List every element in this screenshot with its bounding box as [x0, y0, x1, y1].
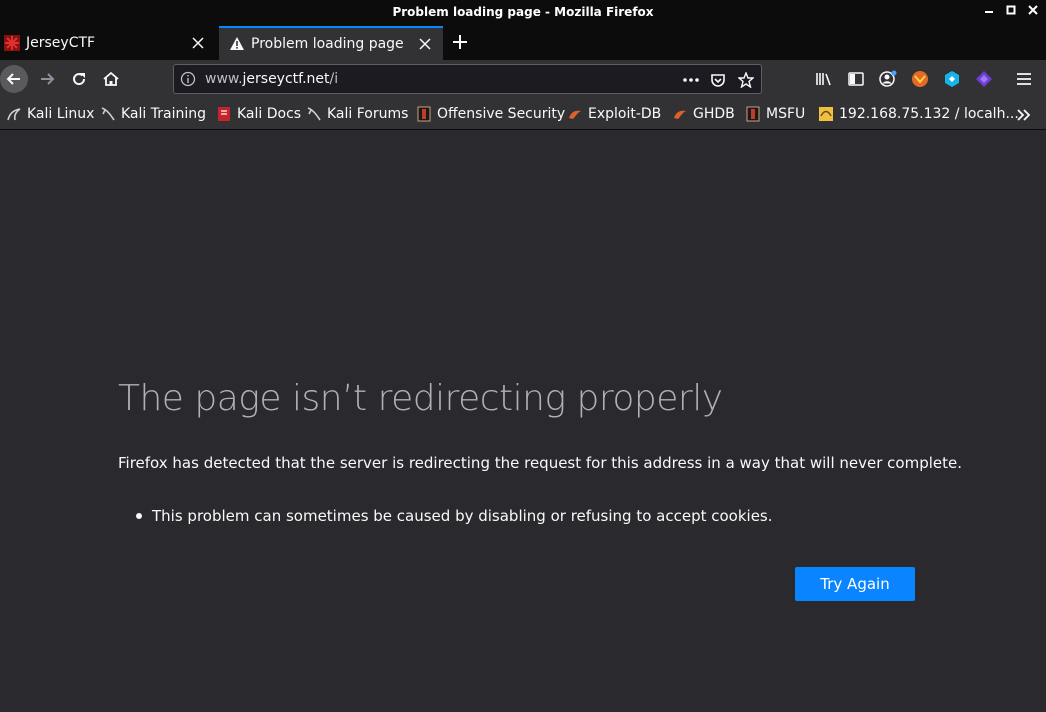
bookmark-msfu[interactable]: MSFU [745, 104, 805, 124]
tab-label: Problem loading page [251, 36, 404, 52]
tab-problem-loading[interactable]: Problem loading page [219, 26, 443, 60]
warning-icon [229, 36, 245, 52]
kali-docs-icon [216, 106, 232, 122]
close-tab-icon[interactable] [188, 33, 208, 53]
sidebar-icon[interactable] [846, 69, 866, 89]
close-window-icon[interactable] [1026, 4, 1040, 20]
jerseyctf-favicon-icon [4, 35, 20, 51]
url-text[interactable]: www.jerseyctf.net/i [205, 71, 338, 87]
site-info-icon[interactable] [180, 71, 196, 87]
window-titlebar: Problem loading page - Mozilla Firefox [0, 0, 1046, 26]
bookmark-kali-linux[interactable]: Kali Linux [6, 104, 94, 124]
bookmark-exploit-db[interactable]: Exploit-DB [567, 104, 661, 124]
bookmark-star-icon[interactable] [736, 70, 756, 90]
tab-label: JerseyCTF [26, 35, 96, 51]
hamburger-menu-icon[interactable] [1014, 69, 1034, 89]
bookmark-ghdb[interactable]: GHDB [672, 104, 735, 124]
bookmark-phpmyadmin[interactable]: 192.168.75.132 / localh... [818, 104, 1019, 124]
reload-icon[interactable] [65, 65, 93, 93]
kali-dragon-icon [100, 106, 116, 122]
bookmarks-overflow-chevron-icon[interactable] [1016, 105, 1032, 125]
new-tab-icon[interactable] [450, 31, 470, 53]
error-suggestion-item: This problem can sometimes be caused by … [136, 507, 773, 525]
back-button-icon[interactable] [0, 65, 28, 93]
phpmyadmin-icon [818, 106, 834, 122]
tab-strip: JerseyCTF Problem loading page [0, 26, 1046, 60]
bookmark-kali-training[interactable]: Kali Training [100, 104, 206, 124]
home-icon[interactable] [97, 65, 125, 93]
error-title: The page isn’t redirecting properly [118, 378, 723, 419]
window-title: Problem loading page - Mozilla Firefox [392, 5, 654, 19]
exploitdb-icon [567, 106, 583, 122]
bookmark-offensive-security[interactable]: Offensive Security [416, 104, 565, 124]
msfu-icon [745, 106, 761, 122]
page-actions-icon[interactable] [681, 70, 701, 90]
kali-dragon-icon [6, 106, 22, 122]
bookmark-kali-forums[interactable]: Kali Forums [306, 104, 408, 124]
tab-jerseyctf[interactable]: JerseyCTF [0, 26, 216, 60]
navigation-toolbar: www.jerseyctf.net/i [0, 60, 1046, 98]
url-prefix: www. [205, 71, 243, 87]
ghdb-icon [672, 106, 688, 122]
error-page: The page isn’t redirecting properly Fire… [0, 131, 1046, 712]
wappalyzer-extension-icon[interactable] [942, 69, 962, 89]
error-suggestion-text: This problem can sometimes be caused by … [152, 507, 773, 525]
kali-dragon-icon [306, 106, 322, 122]
pocket-icon[interactable] [708, 70, 728, 90]
close-tab-icon[interactable] [415, 34, 435, 54]
try-again-button[interactable]: Try Again [795, 567, 915, 601]
minimize-icon[interactable] [982, 4, 996, 20]
library-icon[interactable] [814, 69, 834, 89]
foxyproxy-extension-icon[interactable] [910, 69, 930, 89]
account-icon[interactable] [878, 69, 898, 89]
forward-button-icon[interactable] [33, 65, 61, 93]
url-bar[interactable]: www.jerseyctf.net/i [173, 64, 762, 94]
bullet-icon [136, 513, 142, 519]
url-host: jerseyctf.net [242, 71, 330, 87]
bookmarks-toolbar: Kali Linux Kali Training Kali Docs Kali … [0, 98, 1046, 130]
offsec-icon [416, 106, 432, 122]
url-path: /i [329, 71, 339, 87]
extension-purple-icon[interactable] [974, 69, 994, 89]
maximize-icon[interactable] [1004, 4, 1018, 20]
error-description: Firefox has detected that the server is … [118, 454, 963, 472]
bookmark-kali-docs[interactable]: Kali Docs [216, 104, 301, 124]
